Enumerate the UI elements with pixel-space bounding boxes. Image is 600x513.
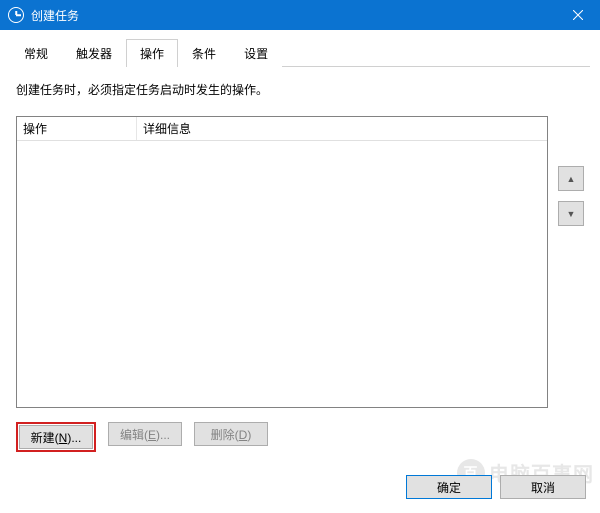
edit-button[interactable]: 编辑(E)... [108, 422, 182, 446]
tab-conditions[interactable]: 条件 [178, 39, 230, 67]
ok-button[interactable]: 确定 [406, 475, 492, 499]
table-header: 操作 详细信息 [17, 117, 547, 141]
window-title: 创建任务 [31, 7, 555, 24]
move-up-button[interactable]: ▲ [558, 166, 584, 191]
close-button[interactable] [555, 0, 600, 30]
actions-table[interactable]: 操作 详细信息 [16, 116, 548, 408]
tab-actions[interactable]: 操作 [126, 39, 178, 67]
col-details[interactable]: 详细信息 [137, 117, 197, 140]
reorder-buttons: ▲ ▼ [558, 116, 584, 408]
cancel-button[interactable]: 取消 [500, 475, 586, 499]
action-buttons-row: 新建(N)... 编辑(E)... 删除(D) [16, 422, 584, 452]
chevron-up-icon: ▲ [567, 174, 576, 184]
highlight-box: 新建(N)... [16, 422, 96, 452]
main-area: 操作 详细信息 ▲ ▼ [10, 116, 590, 408]
dialog-footer: 确定 取消 [406, 475, 586, 499]
delete-button[interactable]: 删除(D) [194, 422, 268, 446]
clock-icon [8, 7, 24, 23]
new-button[interactable]: 新建(N)... [19, 425, 93, 449]
close-icon [573, 10, 583, 20]
tab-settings[interactable]: 设置 [230, 39, 282, 67]
dialog-content: 常规 触发器 操作 条件 设置 创建任务时，必须指定任务启动时发生的操作。 操作… [0, 30, 600, 462]
move-down-button[interactable]: ▼ [558, 201, 584, 226]
title-bar: 创建任务 [0, 0, 600, 30]
chevron-down-icon: ▼ [567, 209, 576, 219]
tab-triggers[interactable]: 触发器 [62, 39, 126, 67]
tab-general[interactable]: 常规 [10, 39, 62, 67]
tab-bar: 常规 触发器 操作 条件 设置 [10, 38, 590, 67]
col-action[interactable]: 操作 [17, 117, 137, 140]
description-text: 创建任务时，必须指定任务启动时发生的操作。 [16, 81, 584, 98]
